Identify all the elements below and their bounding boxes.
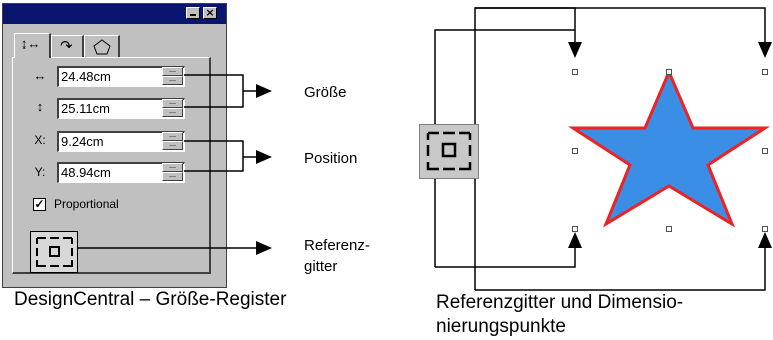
tab-size-position[interactable]: ↨↔ [14, 33, 51, 58]
reference-grid-icon [426, 131, 472, 171]
star-shape [567, 68, 771, 228]
right-caption: Referenzgitter und Dimensio-nierungspunk… [436, 292, 684, 337]
handle-top-center[interactable] [666, 69, 672, 75]
handle-top-right[interactable] [762, 69, 768, 75]
handle-top-left[interactable] [572, 69, 578, 75]
size-position-icon: ↨↔ [21, 36, 41, 51]
handle-bottom-right[interactable] [762, 226, 768, 232]
handle-bottom-center[interactable] [666, 226, 672, 232]
handle-middle-left[interactable] [572, 148, 578, 154]
reference-grid-large [419, 124, 479, 179]
handle-middle-right[interactable] [762, 148, 768, 154]
star-diagram [434, 7, 772, 291]
handle-bottom-left[interactable] [572, 226, 578, 232]
